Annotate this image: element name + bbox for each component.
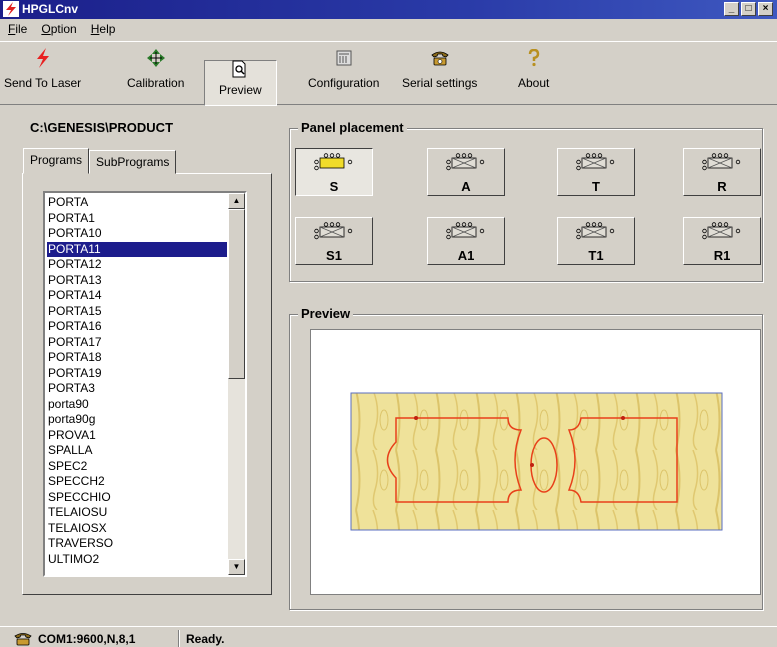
calibration-button[interactable]: Calibration [127, 48, 184, 98]
menu-option[interactable]: Option [39, 21, 78, 37]
about-button[interactable]: About [518, 48, 549, 98]
scroll-thumb[interactable] [228, 209, 245, 379]
list-item[interactable]: PORTA [47, 195, 227, 211]
list-item[interactable]: TRAVERSO [47, 536, 227, 552]
panel-icon [702, 153, 741, 171]
panel-button-t[interactable]: T [557, 148, 635, 196]
panel-icon [576, 222, 615, 240]
menu-file[interactable]: File [6, 21, 29, 37]
minimize-button[interactable]: _ [724, 2, 739, 16]
current-directory: C:\GENESIS\PRODUCT [30, 120, 174, 135]
panel-icon [576, 153, 615, 171]
question-mark-icon [528, 49, 539, 67]
calibration-icon [146, 49, 165, 67]
panel-button-label: R [717, 179, 727, 194]
list-item[interactable]: SPALLA [47, 443, 227, 459]
panel-button-r1[interactable]: R1 [683, 217, 761, 265]
panel-button-label: A [461, 179, 471, 194]
telephone-icon [431, 51, 449, 66]
serial-settings-button[interactable]: Serial settings [402, 48, 477, 98]
panel-button-s[interactable]: S [295, 148, 373, 196]
tab-subprograms[interactable]: SubPrograms [89, 150, 177, 174]
magnifier-page-icon [232, 60, 246, 78]
program-listbox[interactable]: PORTA PORTA1 PORTA10 PORTA11 PORTA12 PORTA13 P… [43, 191, 247, 577]
panel-button-label: S1 [326, 248, 342, 263]
list-item[interactable]: porta90 [47, 397, 227, 413]
list-item[interactable]: SPEC2 [47, 459, 227, 475]
panel-button-label: S [329, 179, 339, 194]
window-title: HPGLCnv [22, 2, 79, 16]
send-to-laser-button[interactable]: Send To Laser [4, 48, 81, 98]
configuration-button[interactable]: Configuration [308, 48, 379, 98]
panel-button-label: T1 [588, 248, 604, 263]
telephone-icon [14, 633, 32, 646]
panel-icon [314, 153, 353, 171]
list-item[interactable]: PORTA14 [47, 288, 227, 304]
panel-button-a[interactable]: A [427, 148, 505, 196]
menu-help[interactable]: Help [89, 21, 118, 37]
list-item[interactable]: ULTIMO2 [47, 552, 227, 568]
list-item[interactable]: SPECCH2 [47, 474, 227, 490]
list-item[interactable]: PORTA16 [47, 319, 227, 335]
list-item[interactable]: PORTA1 [47, 211, 227, 227]
status-bar: COM1:9600,N,8,1 Ready. [0, 626, 777, 647]
panel-icon [446, 153, 485, 171]
preview-title: Preview [298, 306, 354, 321]
list-item[interactable]: PORTA17 [47, 335, 227, 351]
list-item[interactable]: SPECCHIO [47, 490, 227, 506]
scroll-up-button[interactable]: ▲ [228, 193, 245, 209]
list-item[interactable]: porta90g [47, 412, 227, 428]
list-item[interactable]: TELAIOSX [47, 521, 227, 537]
list-item[interactable]: PORTA13 [47, 273, 227, 289]
title-bar: HPGLCnv _ □ × [0, 0, 777, 19]
list-item[interactable]: PORTA3 [47, 381, 227, 397]
lightning-icon [36, 48, 49, 68]
toolbar: Send To Laser Calibration Preview Config… [0, 41, 777, 106]
panel-icon [314, 222, 353, 240]
configuration-icon [336, 50, 352, 66]
panel-button-s1[interactable]: S1 [295, 217, 373, 265]
list-item[interactable]: PORTA10 [47, 226, 227, 242]
panel-placement-title: Panel placement [298, 120, 407, 135]
panel-icon [446, 222, 485, 240]
cut-preview-drawing [350, 392, 723, 531]
scroll-down-button[interactable]: ▼ [228, 559, 245, 575]
wood-panel [350, 392, 723, 531]
list-item[interactable]: PORTA15 [47, 304, 227, 320]
lightning-app-icon [3, 1, 19, 17]
tab-programs[interactable]: Programs [23, 148, 90, 174]
list-item[interactable]: PORTA19 [47, 366, 227, 382]
panel-button-a1[interactable]: A1 [427, 217, 505, 265]
menu-bar: File Option Help [0, 19, 777, 39]
panel-button-r[interactable]: R [683, 148, 761, 196]
maximize-button[interactable]: □ [741, 2, 756, 16]
preview-button[interactable]: Preview [204, 60, 277, 106]
preview-canvas [310, 329, 761, 595]
status-message: Ready. [186, 631, 225, 646]
program-list: PORTA PORTA1 PORTA10 PORTA11 PORTA12 PORTA13 P… [47, 195, 227, 567]
panel-button-label: A1 [457, 248, 475, 263]
close-button[interactable]: × [758, 2, 773, 16]
list-item[interactable]: PORTA12 [47, 257, 227, 273]
list-item[interactable]: PORTA11 [47, 241, 227, 257]
list-item[interactable]: PROVA1 [47, 428, 227, 444]
panel-button-label: R1 [713, 248, 731, 263]
list-scrollbar[interactable]: ▲ ▼ [228, 193, 245, 575]
panel-icon [702, 222, 741, 240]
panel-button-t1[interactable]: T1 [557, 217, 635, 265]
status-port: COM1:9600,N,8,1 [38, 631, 136, 646]
panel-button-label: T [592, 179, 600, 194]
list-item[interactable]: TELAIOSU [47, 505, 227, 521]
list-item[interactable]: PORTA18 [47, 350, 227, 366]
